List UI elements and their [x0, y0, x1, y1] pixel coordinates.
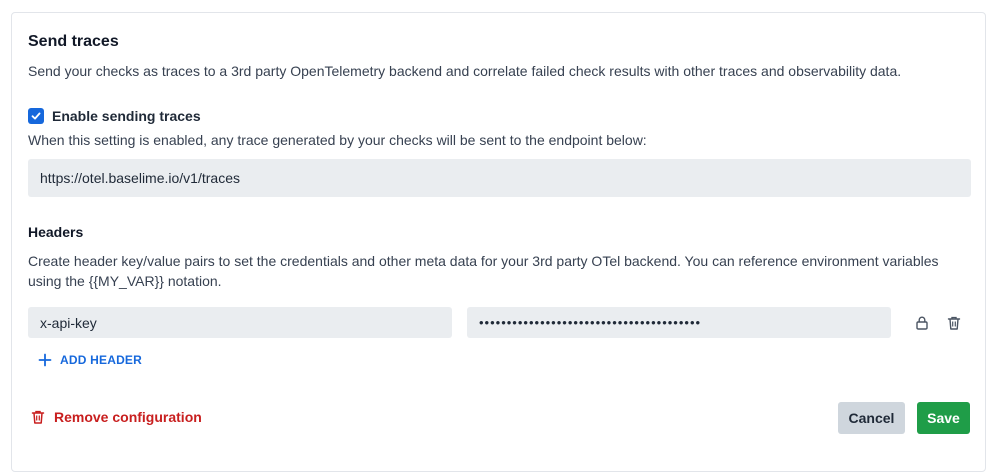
- endpoint-value: https://otel.baselime.io/v1/traces: [40, 170, 240, 186]
- add-header-label: ADD HEADER: [60, 353, 143, 367]
- cancel-button[interactable]: Cancel: [838, 402, 905, 434]
- plus-icon: [38, 353, 52, 367]
- trash-icon: [31, 410, 45, 424]
- enable-traces-checkbox[interactable]: [28, 108, 44, 124]
- header-key-input[interactable]: x-api-key: [28, 307, 452, 338]
- headers-description: Create header key/value pairs to set the…: [28, 253, 939, 289]
- section-description: Send your checks as traces to a 3rd part…: [28, 63, 902, 79]
- header-value-input[interactable]: ••••••••••••••••••••••••••••••••••••••••: [467, 307, 891, 338]
- trash-icon[interactable]: [944, 313, 964, 333]
- lock-icon[interactable]: [912, 313, 932, 333]
- header-key-value: x-api-key: [40, 314, 97, 331]
- remove-configuration-label: Remove configuration: [54, 409, 202, 425]
- headers-title: Headers: [28, 224, 84, 240]
- save-button[interactable]: Save: [917, 402, 970, 434]
- remove-configuration-button[interactable]: Remove configuration: [30, 409, 202, 425]
- add-header-button[interactable]: ADD HEADER: [38, 353, 142, 367]
- enable-traces-hint: When this setting is enabled, any trace …: [28, 132, 647, 148]
- section-title: Send traces: [28, 33, 119, 50]
- enable-traces-label[interactable]: Enable sending traces: [52, 108, 201, 124]
- send-traces-panel: Send traces Send your checks as traces t…: [11, 12, 986, 472]
- header-value-masked: ••••••••••••••••••••••••••••••••••••••••: [479, 315, 702, 330]
- endpoint-input[interactable]: https://otel.baselime.io/v1/traces: [28, 159, 971, 197]
- check-icon: [31, 112, 41, 120]
